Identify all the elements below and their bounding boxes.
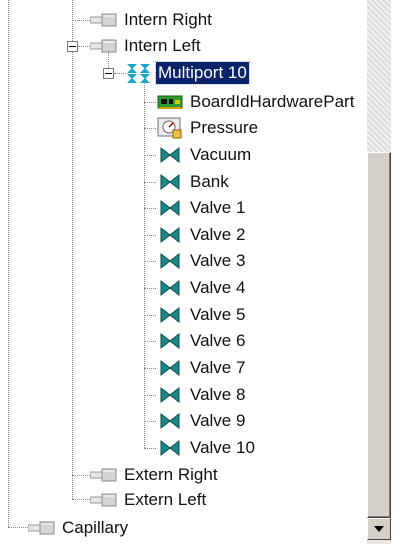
tree-item-label: Valve 8 xyxy=(190,385,246,404)
tree-item-intern-right[interactable]: Intern Right xyxy=(90,7,214,33)
connector-icon xyxy=(90,35,118,57)
tree-line xyxy=(72,20,90,21)
connector-icon xyxy=(90,489,118,511)
tree-item-label: Valve 5 xyxy=(190,305,246,324)
tree-item-multiport-10[interactable]: Multiport 10 xyxy=(126,60,250,86)
tree-item-label: Valve 7 xyxy=(190,358,246,377)
tree-item-intern-left[interactable]: Intern Left xyxy=(90,33,203,59)
scrollbar-track[interactable] xyxy=(367,0,391,152)
valve-icon xyxy=(156,224,184,246)
tree-line xyxy=(144,395,156,396)
tree-item-valve-2[interactable]: Valve 2 xyxy=(156,222,247,248)
tree-item-label: Bank xyxy=(190,172,229,191)
tree-line xyxy=(144,235,156,236)
tree-item-label: Intern Right xyxy=(124,10,212,29)
tree-line xyxy=(144,80,145,448)
valve-icon xyxy=(156,384,184,406)
window-edge xyxy=(391,0,397,544)
tree-item-label: Valve 1 xyxy=(190,198,246,217)
tree-line xyxy=(144,128,156,129)
tree-item-valve-4[interactable]: Valve 4 xyxy=(156,275,247,301)
tree-line xyxy=(144,155,156,156)
tree-line xyxy=(144,368,156,369)
tree-item-valve-6[interactable]: Valve 6 xyxy=(156,328,247,354)
tree-item-valve-8[interactable]: Valve 8 xyxy=(156,382,247,408)
tree-line xyxy=(144,102,156,103)
tree-item-vacuum[interactable]: Vacuum xyxy=(156,142,253,168)
chevron-down-icon xyxy=(374,526,384,532)
tree-item-valve-3[interactable]: Valve 3 xyxy=(156,248,247,274)
multiport-icon xyxy=(126,62,152,84)
tree-item-valve-5[interactable]: Valve 5 xyxy=(156,302,247,328)
tree-item-label: Extern Right xyxy=(124,465,218,484)
tree-item-board-id-hardware-part[interactable]: BoardIdHardwarePart xyxy=(156,89,356,115)
valve-icon xyxy=(156,304,184,326)
tree-line xyxy=(144,448,156,449)
valve-icon xyxy=(156,357,184,379)
vertical-scrollbar[interactable] xyxy=(367,0,391,544)
tree-line xyxy=(114,73,126,74)
tree-item-label: Valve 10 xyxy=(190,438,255,457)
tree-line xyxy=(144,421,156,422)
tree-item-pressure[interactable]: Pressure xyxy=(156,115,260,141)
collapse-intern-left-button[interactable] xyxy=(67,41,78,52)
tree-item-valve-7[interactable]: Valve 7 xyxy=(156,355,247,381)
tree-item-label: Intern Left xyxy=(124,36,201,55)
tree-line xyxy=(8,0,9,527)
board-icon xyxy=(156,91,184,113)
tree-item-label: Valve 3 xyxy=(190,251,246,270)
tree-line xyxy=(144,341,156,342)
tree-item-label: Vacuum xyxy=(190,145,252,164)
tree-item-label: Valve 6 xyxy=(190,331,246,350)
tree-line xyxy=(144,208,156,209)
valve-icon xyxy=(156,277,184,299)
connector-icon xyxy=(28,517,56,539)
tree-item-label: Extern Left xyxy=(124,490,207,509)
tree-line xyxy=(144,315,156,316)
tree-line xyxy=(144,261,156,262)
tree-item-valve-1[interactable]: Valve 1 xyxy=(156,195,247,221)
tree-item-bank[interactable]: Bank xyxy=(156,169,231,195)
scroll-down-button[interactable] xyxy=(367,518,391,540)
valve-icon xyxy=(156,144,184,166)
valve-icon xyxy=(156,250,184,272)
valve-icon xyxy=(156,410,184,432)
tree-line xyxy=(72,499,90,500)
tree-line xyxy=(8,527,30,528)
tree-line xyxy=(78,46,90,47)
tree-item-label: Multiport 10 xyxy=(155,61,250,85)
tree-line xyxy=(144,288,156,289)
connector-icon xyxy=(90,9,118,31)
tree-line xyxy=(144,182,156,183)
valve-icon xyxy=(156,437,184,459)
collapse-multiport-button[interactable] xyxy=(103,68,114,79)
valve-icon xyxy=(156,171,184,193)
connector-icon xyxy=(90,464,118,486)
tree-line xyxy=(72,475,90,476)
tree-line xyxy=(72,0,73,499)
tree-item-valve-9[interactable]: Valve 9 xyxy=(156,408,247,434)
pressure-gauge-icon xyxy=(156,117,184,139)
tree-item-label: Valve 9 xyxy=(190,411,246,430)
tree-view[interactable]: Intern Right Intern Left Multiport 10 Bo… xyxy=(0,0,367,544)
scrollbar-thumb[interactable] xyxy=(367,152,391,518)
tree-item-label: Pressure xyxy=(190,118,259,137)
tree-item-label: Valve 4 xyxy=(190,278,246,297)
valve-icon xyxy=(156,197,184,219)
tree-item-extern-right[interactable]: Extern Right xyxy=(90,462,220,488)
tree-item-label: BoardIdHardwarePart xyxy=(190,92,355,111)
valve-icon xyxy=(156,330,184,352)
tree-item-label: Valve 2 xyxy=(190,225,246,244)
tree-item-capillary[interactable]: Capillary xyxy=(28,515,130,541)
tree-item-label: Capillary xyxy=(62,518,129,537)
tree-item-valve-10[interactable]: Valve 10 xyxy=(156,435,257,461)
tree-item-extern-left[interactable]: Extern Left xyxy=(90,487,208,513)
